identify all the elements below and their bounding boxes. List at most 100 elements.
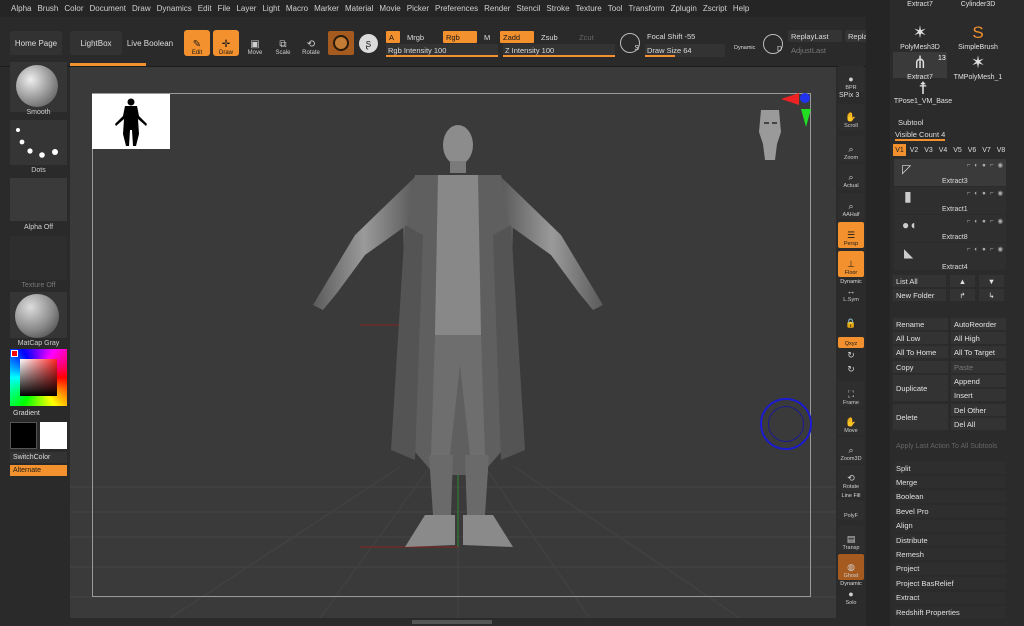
submenu-align[interactable]: Align xyxy=(894,519,1006,532)
version-tab-v5[interactable]: V5 xyxy=(951,144,964,156)
menu-item-tool[interactable]: Tool xyxy=(605,4,626,13)
live-boolean-button[interactable]: Live Boolean xyxy=(124,31,176,55)
switch-color-button[interactable]: SwitchColor xyxy=(10,452,67,463)
line-fill-label[interactable]: Line Fill xyxy=(838,493,864,499)
focal-shift-slider[interactable]: Focal Shift -55 xyxy=(645,30,757,43)
version-tab-v2[interactable]: V2 xyxy=(908,144,921,156)
menu-item-render[interactable]: Render xyxy=(481,4,513,13)
all-to-home-button[interactable]: All To Home xyxy=(893,346,948,358)
solo-button[interactable]: ● Solo xyxy=(838,587,864,607)
menu-item-layer[interactable]: Layer xyxy=(233,4,259,13)
stroke-button[interactable]: ʂ xyxy=(359,34,378,53)
material-sphere-button[interactable] xyxy=(328,31,354,55)
version-tab-v3[interactable]: V3 xyxy=(922,144,935,156)
move-view-button[interactable]: ✋ Move xyxy=(838,409,864,435)
lsym-button[interactable]: ↔ L.Sym xyxy=(838,286,864,304)
menu-item-color[interactable]: Color xyxy=(61,4,86,13)
rotate-y-button[interactable]: ↻ xyxy=(838,350,864,362)
home-page-button[interactable]: Home Page xyxy=(10,31,62,55)
menu-item-alpha[interactable]: Alpha xyxy=(8,4,34,13)
aahalf-button[interactable]: ⌕ AAHalf xyxy=(838,193,864,219)
xyz-button[interactable]: Qxyz xyxy=(838,337,864,348)
spix-value[interactable]: SPix 3 xyxy=(839,92,859,99)
draw-button[interactable]: ✛ Draw xyxy=(213,30,239,56)
rgb-toggle[interactable]: Rgb xyxy=(443,31,477,43)
zoom3d-button[interactable]: ⌕ Zoom3D xyxy=(838,437,864,463)
secondary-color-swatch[interactable] xyxy=(40,422,67,449)
submenu-split[interactable]: Split xyxy=(894,462,1006,474)
submenu-project[interactable]: Project xyxy=(894,562,1006,575)
d-icon-button[interactable]: D xyxy=(763,34,783,54)
del-other-button[interactable]: Del Other xyxy=(951,404,1006,416)
polyf-button[interactable]: PolyF xyxy=(838,500,864,520)
ghost-button[interactable]: ◍ Ghost xyxy=(838,554,864,580)
lightbox-button[interactable]: LightBox xyxy=(70,31,122,55)
navigator-thumbnail[interactable] xyxy=(92,94,170,149)
move-up-button[interactable]: ▲ xyxy=(950,275,975,287)
submenu-boolean[interactable]: Boolean xyxy=(894,490,1006,503)
transp-button[interactable]: ▤ Transp xyxy=(838,526,864,552)
menu-item-marker[interactable]: Marker xyxy=(311,4,342,13)
axis-gizmo[interactable] xyxy=(781,93,811,127)
dynamic-label[interactable]: Dynamic xyxy=(734,45,755,51)
del-all-button[interactable]: Del All xyxy=(951,418,1006,430)
draw-size-slider[interactable]: Draw Size 64 xyxy=(645,44,725,57)
apply-last-action-button[interactable]: Apply Last Action To All Subtools xyxy=(893,440,1006,452)
version-tab-v4[interactable]: V4 xyxy=(937,144,950,156)
orientation-gizmo[interactable] xyxy=(757,108,783,162)
menu-item-edit[interactable]: Edit xyxy=(195,4,215,13)
rotate-button[interactable]: ⟲ Rotate xyxy=(298,30,324,57)
replay-button[interactable]: Repla xyxy=(845,30,868,42)
mrgb-toggle[interactable]: Mrgb xyxy=(404,31,438,43)
menu-item-macro[interactable]: Macro xyxy=(283,4,311,13)
frame-button[interactable]: ⛶ Frame xyxy=(838,381,864,407)
menu-item-zplugin[interactable]: Zplugin xyxy=(668,4,700,13)
version-tab-v8[interactable]: V8 xyxy=(995,144,1008,156)
s-icon-button[interactable]: S xyxy=(620,33,640,53)
arrow-up-right-button[interactable]: ↱ xyxy=(950,289,975,301)
menu-item-stencil[interactable]: Stencil xyxy=(513,4,543,13)
rotate-z-button[interactable]: ↻ xyxy=(838,364,864,376)
menu-item-stroke[interactable]: Stroke xyxy=(543,4,572,13)
visible-count-slider[interactable]: Visible Count 4 xyxy=(895,130,945,139)
color-picker[interactable] xyxy=(10,349,67,406)
submenu-distribute[interactable]: Distribute xyxy=(894,534,1006,546)
version-tab-v7[interactable]: V7 xyxy=(980,144,993,156)
persp-button[interactable]: ☰ Persp xyxy=(838,222,864,248)
scale-button[interactable]: ⧉ Scale xyxy=(270,30,296,57)
menu-item-material[interactable]: Material xyxy=(342,4,376,13)
menu-item-picker[interactable]: Picker xyxy=(404,4,432,13)
menu-item-help[interactable]: Help xyxy=(730,4,752,13)
menu-item-document[interactable]: Document xyxy=(87,4,129,13)
rgb-intensity-slider[interactable]: Rgb Intensity 100 xyxy=(386,44,498,57)
all-to-target-button[interactable]: All To Target xyxy=(951,346,1006,358)
menu-item-file[interactable]: File xyxy=(215,4,234,13)
saturation-square[interactable] xyxy=(20,359,57,396)
zoom-button[interactable]: ⌕ Zoom xyxy=(838,136,864,162)
texture-tile[interactable] xyxy=(10,236,67,280)
zcut-toggle[interactable]: Zcut xyxy=(576,31,610,43)
floor-button[interactable]: ⊥ Floor xyxy=(838,251,864,277)
smooth-brush-tile[interactable] xyxy=(10,62,67,112)
new-folder-button[interactable]: New Folder xyxy=(893,289,946,301)
version-tab-v6[interactable]: V6 xyxy=(966,144,979,156)
a-toggle[interactable]: A xyxy=(386,31,400,43)
copy-button[interactable]: Copy xyxy=(893,361,948,373)
tool-thumb-polymesh3d[interactable]: ✶ PolyMesh3D xyxy=(893,22,947,51)
submenu-remesh[interactable]: Remesh xyxy=(894,548,1006,561)
duplicate-button[interactable]: Duplicate xyxy=(893,375,948,401)
move-down-button[interactable]: ▼ xyxy=(979,275,1004,287)
gradient-toggle[interactable]: Gradient xyxy=(10,408,67,419)
menu-item-preferences[interactable]: Preferences xyxy=(432,4,481,13)
menu-item-transform[interactable]: Transform xyxy=(625,4,667,13)
actual-button[interactable]: ⌕ Actual xyxy=(838,164,864,190)
all-low-button[interactable]: All Low xyxy=(893,332,948,344)
alpha-tile[interactable] xyxy=(10,178,67,221)
subtool-header[interactable]: Subtool xyxy=(898,118,923,127)
menu-item-movie[interactable]: Movie xyxy=(376,4,403,13)
scroll-button[interactable]: ✋ Scroll xyxy=(838,104,864,130)
alternate-button[interactable]: Alternate xyxy=(10,465,67,476)
menu-item-brush[interactable]: Brush xyxy=(34,4,61,13)
menu-item-texture[interactable]: Texture xyxy=(573,4,605,13)
submenu-project-basrelief[interactable]: Project BasRelief xyxy=(894,577,1006,590)
